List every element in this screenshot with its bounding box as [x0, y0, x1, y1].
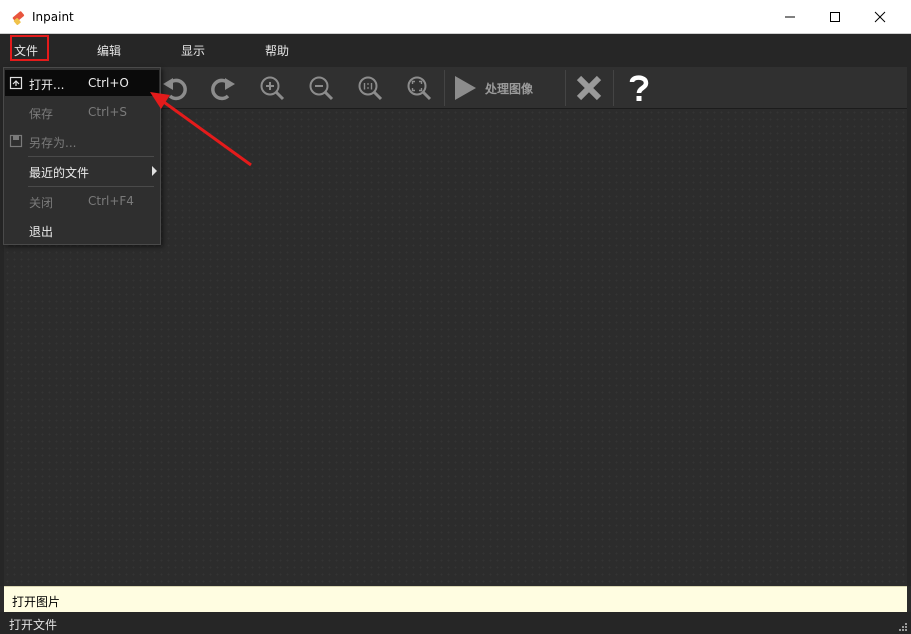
- play-icon: [455, 76, 476, 100]
- menu-item-shortcut: Ctrl+O: [88, 76, 129, 90]
- menu-item-open[interactable]: 打开... Ctrl+O: [5, 70, 159, 96]
- zoom-in-button[interactable]: [256, 72, 288, 104]
- menu-item-label: 打开...: [29, 78, 65, 92]
- menu-item-shortcut: Ctrl+S: [88, 105, 128, 119]
- menu-view[interactable]: 显示: [181, 42, 205, 59]
- toolbar-separator: [565, 70, 566, 106]
- redo-button[interactable]: [207, 72, 239, 104]
- menu-help[interactable]: 帮助: [265, 42, 289, 59]
- menu-item-save-as[interactable]: 另存为...: [5, 128, 159, 154]
- undo-button[interactable]: [159, 72, 191, 104]
- floppy-icon: [9, 134, 23, 148]
- menu-item-label: 另存为...: [29, 136, 77, 150]
- menu-bar: 文件 编辑 显示 帮助: [0, 34, 911, 67]
- close-icon: [874, 11, 886, 23]
- maximize-icon: [830, 12, 840, 22]
- help-icon: [629, 75, 649, 101]
- status-bar: 打开文件: [0, 612, 911, 634]
- undo-icon: [163, 78, 187, 101]
- actual-size-button[interactable]: [354, 72, 386, 104]
- maximize-button[interactable]: [812, 0, 858, 34]
- fit-screen-button[interactable]: [403, 72, 435, 104]
- eraser-app-icon: [12, 11, 25, 25]
- stop-button[interactable]: [573, 72, 605, 104]
- zoom-in-icon: [260, 76, 285, 101]
- process-image-button[interactable]: 处理图像: [449, 72, 563, 104]
- toolbar-separator: [613, 70, 614, 106]
- hint-bar: 打开图片: [4, 586, 907, 612]
- menu-item-close[interactable]: 关闭 Ctrl+F4: [5, 188, 159, 214]
- menu-edit[interactable]: 编辑: [97, 42, 121, 59]
- minimize-button[interactable]: [767, 0, 813, 34]
- redo-icon: [211, 78, 235, 101]
- file-dropdown-menu: 打开... Ctrl+O 保存 Ctrl+S 另存为... 最近的文件 关闭 C…: [3, 67, 161, 245]
- minimize-icon: [785, 16, 795, 18]
- zoom-out-button[interactable]: [305, 72, 337, 104]
- resize-grip-icon[interactable]: [897, 621, 907, 631]
- menu-item-label: 保存: [29, 107, 54, 121]
- window-title: Inpaint: [32, 10, 74, 24]
- close-x-icon: [576, 75, 602, 101]
- menu-item-save[interactable]: 保存 Ctrl+S: [5, 99, 159, 125]
- actual-size-icon: [358, 76, 383, 101]
- menu-item-label: 退出: [29, 225, 54, 239]
- process-image-label: 处理图像: [485, 81, 534, 96]
- menu-item-recent-files[interactable]: 最近的文件: [5, 158, 159, 184]
- status-text: 打开文件: [9, 618, 58, 632]
- menu-separator: [28, 156, 154, 157]
- menu-item-shortcut: Ctrl+F4: [88, 194, 134, 208]
- window-right-edge: [907, 67, 911, 586]
- menu-item-label: 关闭: [29, 196, 54, 210]
- fit-screen-icon: [407, 76, 432, 101]
- close-window-button[interactable]: [857, 0, 903, 34]
- menu-item-exit[interactable]: 退出: [5, 217, 159, 243]
- file-menu-highlight-box: [10, 35, 49, 61]
- help-button[interactable]: [623, 72, 655, 104]
- zoom-out-icon: [309, 76, 334, 101]
- open-folder-icon: [9, 76, 23, 90]
- toolbar-separator: [444, 70, 445, 106]
- title-bar: Inpaint: [0, 0, 911, 34]
- menu-item-label: 最近的文件: [29, 166, 90, 180]
- hint-text: 打开图片: [12, 595, 61, 609]
- submenu-arrow-icon: [152, 166, 157, 176]
- menu-separator: [28, 186, 154, 187]
